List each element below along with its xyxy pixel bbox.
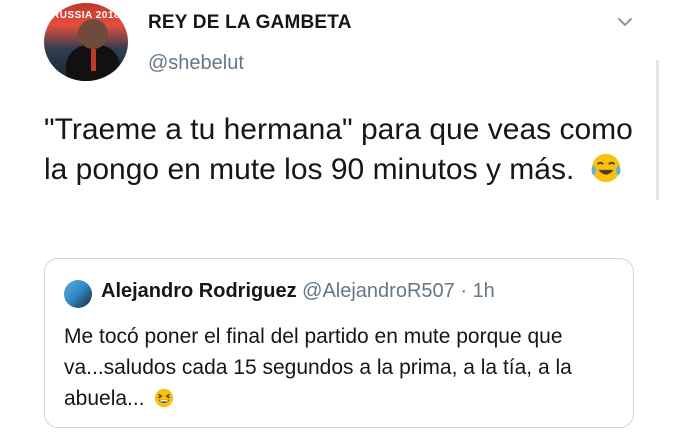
author-avatar[interactable]: RUSSIA 2018	[44, 3, 128, 81]
scrollbar[interactable]	[656, 60, 659, 200]
quoted-tweet-text-content: Me tocó poner el final del partido en mu…	[64, 325, 572, 410]
quoted-tweet-text: Me tocó poner el final del partido en mu…	[64, 321, 619, 414]
tweet-text-content: "Traeme a tu hermana" para que veas como…	[44, 113, 633, 186]
quoted-author-avatar[interactable]	[64, 280, 92, 308]
face-with-tears-of-joy-icon	[591, 153, 621, 183]
quoted-author-handle[interactable]: @AlejandroR507	[302, 280, 455, 302]
quoted-tweet[interactable]: Alejandro Rodriguez @AlejandroR507 · 1h …	[44, 258, 634, 428]
tweet-text: "Traeme a tu hermana" para que veas como…	[44, 110, 634, 190]
avatar-face	[78, 19, 108, 49]
quoted-tweet-time[interactable]: 1h	[473, 280, 495, 302]
chevron-down-icon[interactable]	[615, 12, 635, 32]
grinning-squinting-face-icon	[155, 388, 174, 408]
avatar-tie	[91, 49, 96, 71]
author-handle[interactable]: @shebelut	[148, 52, 244, 75]
separator-dot: ·	[460, 280, 467, 302]
author-display-name[interactable]: REY DE LA GAMBETA	[148, 12, 352, 34]
quoted-author-display-name[interactable]: Alejandro Rodriguez	[101, 280, 297, 302]
tweet-card: RUSSIA 2018 REY DE LA GAMBETA @shebelut …	[0, 0, 680, 437]
quoted-tweet-header: Alejandro Rodriguez @AlejandroR507 · 1h	[101, 280, 495, 303]
